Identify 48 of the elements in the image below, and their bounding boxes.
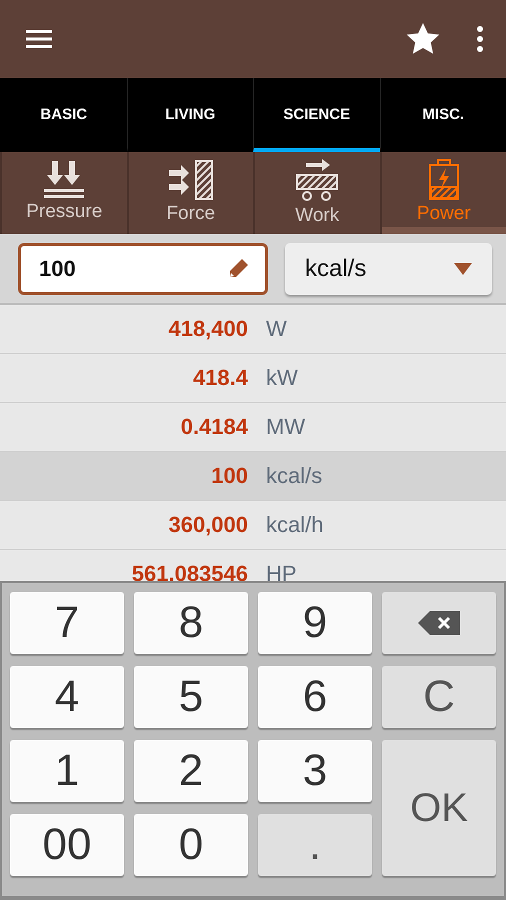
digit-key[interactable]: 1 <box>10 740 124 802</box>
digit-key[interactable]: 9 <box>258 592 372 654</box>
digit-key[interactable]: 00 <box>10 814 124 876</box>
unit-type-label: Power <box>416 203 471 225</box>
unit-type-label: Force <box>166 203 216 225</box>
ok-key[interactable]: OK <box>382 740 496 876</box>
result-unit: kW <box>266 365 298 391</box>
result-value: 360,000 <box>167 512 248 538</box>
value-input-field[interactable]: 100 <box>18 242 268 294</box>
battery-charging-icon <box>428 159 460 201</box>
digit-key[interactable]: 4 <box>10 666 124 728</box>
unit-dropdown[interactable]: kcal/s <box>285 242 492 294</box>
unit-type-label: Work <box>295 205 340 227</box>
more-button[interactable] <box>476 26 484 52</box>
more-icon <box>476 26 484 52</box>
result-value: 561.083546 <box>130 561 248 581</box>
pencil-icon <box>227 258 249 280</box>
result-value: 0.4184 <box>180 414 248 440</box>
star-icon <box>406 23 440 55</box>
result-value: 418,400 <box>167 316 248 342</box>
digit-key[interactable]: 8 <box>134 592 248 654</box>
dropdown-arrow-icon <box>454 262 472 274</box>
result-unit: kcal/s <box>266 463 322 489</box>
result-unit: HP <box>266 561 297 581</box>
clear-key[interactable]: C <box>382 666 496 728</box>
category-tab[interactable]: SCIENCE <box>253 78 380 152</box>
digit-key[interactable]: 0 <box>134 814 248 876</box>
result-row[interactable]: 100 kcal/s <box>0 452 506 501</box>
backspace-icon <box>418 611 460 635</box>
result-value: 418.4 <box>192 365 248 391</box>
digit-key[interactable]: 5 <box>134 666 248 728</box>
menu-button[interactable] <box>26 29 52 49</box>
result-value: 100 <box>210 463 248 489</box>
decimal-key[interactable]: . <box>258 814 372 876</box>
arrows-down-icon <box>42 159 86 199</box>
digit-key[interactable]: 6 <box>258 666 372 728</box>
digit-key[interactable]: 3 <box>258 740 372 802</box>
backspace-key[interactable] <box>382 592 496 654</box>
favorite-button[interactable] <box>406 23 440 55</box>
cart-icon <box>294 159 340 203</box>
digit-key[interactable]: 7 <box>10 592 124 654</box>
menu-icon <box>26 29 52 49</box>
result-unit: kcal/h <box>266 512 324 538</box>
digit-key[interactable]: 2 <box>134 740 248 802</box>
arrows-block-icon <box>166 159 215 201</box>
result-unit: W <box>266 316 287 342</box>
result-unit: MW <box>266 414 306 440</box>
unit-type-label: Pressure <box>26 201 102 223</box>
